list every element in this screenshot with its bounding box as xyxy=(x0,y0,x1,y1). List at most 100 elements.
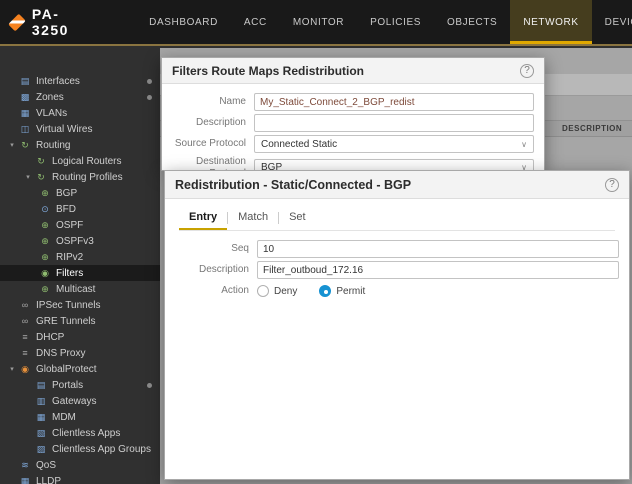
logical-routers-icon: ↻ xyxy=(34,156,48,167)
vlans-icon: ▦ xyxy=(18,108,32,119)
radio-unchecked-icon[interactable] xyxy=(257,285,269,297)
clientless-apps-icon: ▧ xyxy=(34,428,48,439)
sidebar-item-routing-profiles[interactable]: ▾ ↻ Routing Profiles xyxy=(0,169,160,185)
permit-label: Permit xyxy=(336,286,365,297)
qos-icon: ≋ xyxy=(18,460,32,471)
sidebar-item-gre-tunnels[interactable]: ∞ GRE Tunnels xyxy=(0,313,160,329)
sidebar-item-filters[interactable]: ◉ Filters xyxy=(0,265,160,281)
sidebar-item-mdm[interactable]: ▦ MDM xyxy=(0,409,160,425)
lldp-icon: ▦ xyxy=(18,476,32,484)
chevron-down-icon[interactable]: ▾ xyxy=(6,141,18,149)
clientless-app-groups-icon: ▨ xyxy=(34,444,48,455)
tab-match[interactable]: Match xyxy=(228,211,278,230)
sidebar-item-clientless-app-groups[interactable]: ▨ Clientless App Groups xyxy=(0,441,160,457)
action-row: Action Deny Permit xyxy=(175,282,619,300)
sidebar-item-zones[interactable]: ▩ Zones xyxy=(0,89,160,105)
dialog-title-bar: Filters Route Maps Redistribution ? xyxy=(162,58,544,84)
tab-entry[interactable]: Entry xyxy=(179,211,227,230)
filters-route-maps-dialog: Filters Route Maps Redistribution ? Name… xyxy=(161,57,545,171)
chevron-down-icon[interactable]: ▾ xyxy=(6,365,18,373)
entry-description-label: Description xyxy=(175,264,257,276)
sidebar-item-label: Routing Profiles xyxy=(52,172,123,183)
name-label: Name xyxy=(172,96,254,108)
sidebar-item-interfaces[interactable]: ▤ Interfaces xyxy=(0,73,160,89)
tab-device[interactable]: DEVICE xyxy=(592,0,632,44)
radio-checked-icon[interactable] xyxy=(319,285,331,297)
dialog-title: Redistribution - Static/Connected - BGP xyxy=(175,178,411,192)
name-field[interactable] xyxy=(254,93,534,111)
tab-objects[interactable]: OBJECTS xyxy=(434,0,510,44)
sidebar-item-dns-proxy[interactable]: ≡ DNS Proxy xyxy=(0,345,160,361)
dns-proxy-icon: ≡ xyxy=(18,348,32,358)
description-field[interactable] xyxy=(254,114,534,132)
sidebar-item-label: Filters xyxy=(56,268,83,279)
bfd-icon: ⊙ xyxy=(38,204,52,215)
sidebar-item-gateways[interactable]: ▥ Gateways xyxy=(0,393,160,409)
action-radio-group: Deny Permit xyxy=(257,285,365,297)
sidebar-item-vlans[interactable]: ▦ VLANs xyxy=(0,105,160,121)
sidebar-item-ripv2[interactable]: ⊕ RIPv2 xyxy=(0,249,160,265)
palo-alto-logo: PA-3250 xyxy=(12,0,74,44)
sidebar-item-label: Zones xyxy=(36,92,64,103)
interfaces-icon: ▤ xyxy=(18,76,32,87)
sidebar-item-label: Routing xyxy=(36,140,70,151)
dialog-title: Filters Route Maps Redistribution xyxy=(172,64,364,78)
sidebar-item-globalprotect[interactable]: ▾ ◉ GlobalProtect xyxy=(0,361,160,377)
tab-acc[interactable]: ACC xyxy=(231,0,280,44)
sidebar-item-label: Multicast xyxy=(56,284,95,295)
palo-alto-logo-icon xyxy=(8,13,26,31)
sidebar-item-routing[interactable]: ▾ ↻ Routing xyxy=(0,137,160,153)
description-row: Description xyxy=(172,114,534,132)
tab-monitor[interactable]: MONITOR xyxy=(280,0,357,44)
action-option-deny[interactable]: Deny xyxy=(257,285,297,297)
ospfv3-icon: ⊕ xyxy=(38,236,52,247)
sidebar-item-label: Portals xyxy=(52,380,83,391)
tab-policies[interactable]: POLICIES xyxy=(357,0,434,44)
sidebar-item-clientless-apps[interactable]: ▧ Clientless Apps xyxy=(0,425,160,441)
sidebar-item-ospfv3[interactable]: ⊕ OSPFv3 xyxy=(0,233,160,249)
sidebar-item-ospf[interactable]: ⊕ OSPF xyxy=(0,217,160,233)
main-nav: DASHBOARD ACC MONITOR POLICIES OBJECTS N… xyxy=(136,0,632,44)
chevron-down-icon: ∨ xyxy=(521,140,527,149)
source-protocol-row: Source Protocol Connected Static ∨ xyxy=(172,135,534,153)
network-sidebar: ▤ Interfaces ▩ Zones ▦ VLANs ◫ Virtual W… xyxy=(0,48,160,484)
gre-tunnels-icon: ∞ xyxy=(18,316,32,326)
sidebar-item-bgp[interactable]: ⊕ BGP xyxy=(0,185,160,201)
sidebar-item-ipsec-tunnels[interactable]: ∞ IPSec Tunnels xyxy=(0,297,160,313)
sidebar-item-dhcp[interactable]: ≡ DHCP xyxy=(0,329,160,345)
tab-set[interactable]: Set xyxy=(279,211,316,230)
sidebar-item-lldp[interactable]: ▦ LLDP xyxy=(0,473,160,484)
tab-network[interactable]: NETWORK xyxy=(510,0,591,44)
item-dot-icon xyxy=(147,79,152,84)
sidebar-item-bfd[interactable]: ⊙ BFD xyxy=(0,201,160,217)
sidebar-item-label: LLDP xyxy=(36,476,61,484)
top-header: PA-3250 DASHBOARD ACC MONITOR POLICIES O… xyxy=(0,0,632,46)
sidebar-item-virtual-wires[interactable]: ◫ Virtual Wires xyxy=(0,121,160,137)
sidebar-item-qos[interactable]: ≋ QoS xyxy=(0,457,160,473)
portals-icon: ▤ xyxy=(34,380,48,391)
ipsec-tunnels-icon: ∞ xyxy=(18,300,32,310)
sidebar-item-label: DHCP xyxy=(36,332,64,343)
ripv2-icon: ⊕ xyxy=(38,252,52,263)
source-protocol-select[interactable]: Connected Static ∨ xyxy=(254,135,534,153)
name-row: Name xyxy=(172,93,534,111)
sidebar-item-label: MDM xyxy=(52,412,76,423)
sidebar-item-logical-routers[interactable]: ↻ Logical Routers xyxy=(0,153,160,169)
seq-field[interactable] xyxy=(257,240,619,258)
routing-icon: ↻ xyxy=(18,140,32,151)
sidebar-item-multicast[interactable]: ⊕ Multicast xyxy=(0,281,160,297)
help-icon[interactable]: ? xyxy=(605,178,619,192)
sidebar-item-portals[interactable]: ▤ Portals xyxy=(0,377,160,393)
deny-label: Deny xyxy=(274,286,297,297)
sidebar-item-label: Clientless App Groups xyxy=(52,444,151,455)
sidebar-item-label: BFD xyxy=(56,204,76,215)
sidebar-item-label: GlobalProtect xyxy=(36,364,97,375)
help-icon[interactable]: ? xyxy=(520,64,534,78)
entry-description-field[interactable] xyxy=(257,261,619,279)
chevron-down-icon[interactable]: ▾ xyxy=(22,173,34,181)
entry-description-row: Description xyxy=(175,261,619,279)
multicast-icon: ⊕ xyxy=(38,284,52,295)
action-option-permit[interactable]: Permit xyxy=(319,285,365,297)
tab-dashboard[interactable]: DASHBOARD xyxy=(136,0,231,44)
sidebar-item-label: GRE Tunnels xyxy=(36,316,95,327)
